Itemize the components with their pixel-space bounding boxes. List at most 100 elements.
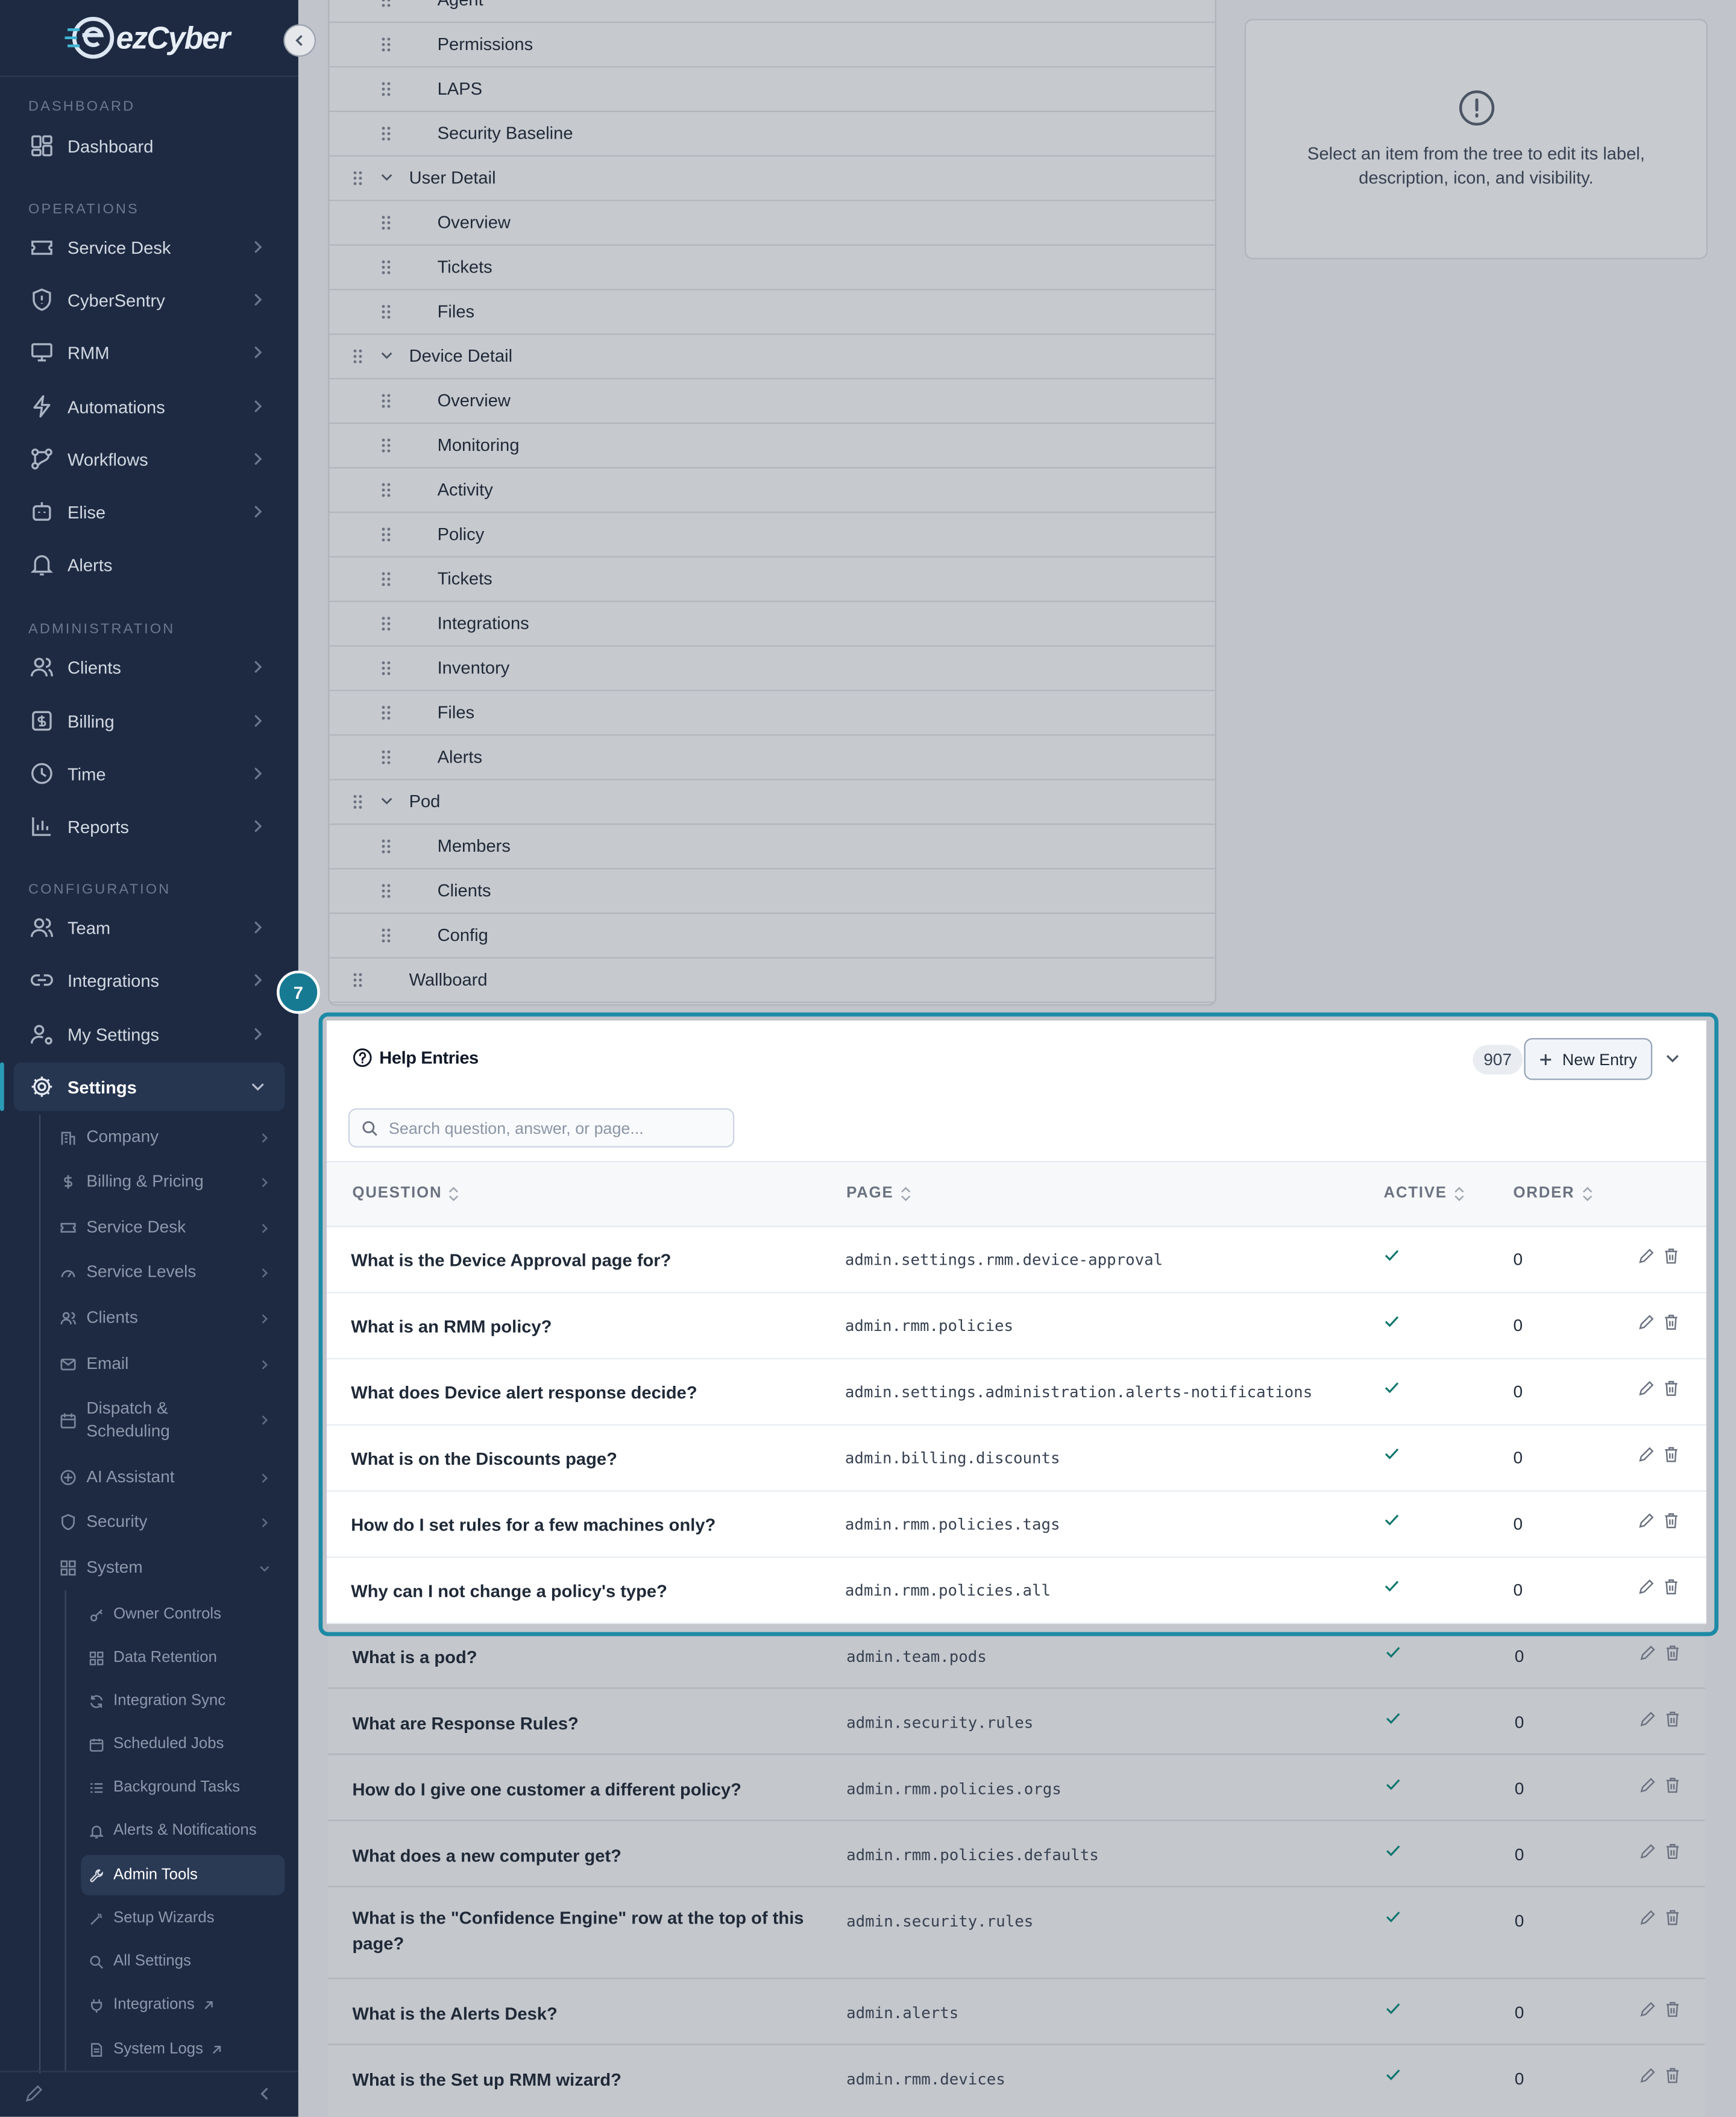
tree-row[interactable]: Agent <box>329 0 1215 24</box>
sidebar-item-clients[interactable]: Clients <box>13 643 285 691</box>
table-row[interactable]: What is the Set up RMM wizard? admin.rmm.… <box>328 2043 1705 2112</box>
sidebar-item-service-desk[interactable]: Service Desk <box>13 223 285 272</box>
delete-trash-icon[interactable] <box>1664 2067 1681 2084</box>
active-check-icon[interactable] <box>1385 1778 1401 1791</box>
tree-row[interactable]: Activity <box>329 467 1215 514</box>
settings-item-ai-assistant[interactable]: AI Assistant <box>54 1466 285 1489</box>
sidebar-item-integrations[interactable]: Integrations <box>13 956 285 1005</box>
settings-item-company[interactable]: Company <box>54 1126 285 1149</box>
tree-row[interactable]: Files <box>329 289 1215 335</box>
edit-pencil-icon[interactable] <box>1639 1843 1656 1860</box>
tree-row[interactable]: Monitoring <box>329 423 1215 469</box>
settings-item-system[interactable]: System <box>54 1556 285 1579</box>
active-check-icon[interactable] <box>1385 1712 1401 1725</box>
tree-row[interactable]: Config <box>329 913 1215 959</box>
edit-pencil-icon[interactable] <box>1639 2067 1656 2084</box>
tree-group-row[interactable]: User Detail <box>329 156 1215 201</box>
tree-row[interactable]: Tickets <box>329 244 1215 291</box>
sidebar-item-elise[interactable]: Elise <box>13 487 285 536</box>
tree-row[interactable]: Policy <box>329 512 1215 558</box>
drag-handle-icon[interactable] <box>381 81 392 97</box>
system-item-all-settings[interactable]: All Settings <box>81 1941 285 1981</box>
active-check-icon[interactable] <box>1385 1910 1401 1924</box>
tree-row[interactable]: Clients <box>329 868 1215 914</box>
question-cell[interactable]: What is the "Confidence Engine" row at t… <box>353 1905 804 1956</box>
sidebar-item-reports[interactable]: Reports <box>13 802 285 851</box>
drag-handle-icon[interactable] <box>381 883 392 899</box>
tree-row[interactable]: Overview <box>329 200 1215 246</box>
delete-trash-icon[interactable] <box>1664 1710 1681 1728</box>
drag-handle-icon[interactable] <box>353 170 363 186</box>
table-row[interactable]: What does a new computer get? admin.rmm.p… <box>328 1819 1705 1887</box>
sidebar-item-rmm[interactable]: RMM <box>13 328 285 377</box>
drag-handle-icon[interactable] <box>381 928 392 944</box>
system-item-system-logs[interactable]: System Logs <box>81 2029 285 2069</box>
system-item-background-tasks[interactable]: Background Tasks <box>81 1767 285 1808</box>
tree-row[interactable]: Wallboard <box>329 957 1215 1003</box>
settings-item-email[interactable]: Email <box>54 1353 285 1376</box>
question-cell[interactable]: How do I give one customer a different p… <box>353 1776 741 1802</box>
sidebar-item-billing[interactable]: Billing <box>13 697 285 746</box>
tree-group-row[interactable]: Pod <box>329 779 1215 825</box>
edit-pencil-icon[interactable] <box>1639 1909 1656 1927</box>
settings-item-security[interactable]: Security <box>54 1511 285 1533</box>
tree-row[interactable]: Overview <box>329 378 1215 424</box>
tree-row[interactable]: Alerts <box>329 734 1215 781</box>
drag-handle-icon[interactable] <box>381 36 392 52</box>
drag-handle-icon[interactable] <box>381 0 392 8</box>
settings-item-service-desk[interactable]: Service Desk <box>54 1216 285 1239</box>
brand-logo[interactable]: ezCyber <box>64 13 230 62</box>
delete-trash-icon[interactable] <box>1664 1843 1681 1860</box>
table-row[interactable]: How do I give one customer a different p… <box>328 1754 1705 1821</box>
edit-pencil-icon[interactable] <box>1639 1710 1656 1728</box>
system-item-admin-tools[interactable]: Admin Tools <box>81 1855 285 1896</box>
drag-handle-icon[interactable] <box>381 482 392 499</box>
sidebar-item-dashboard[interactable]: Dashboard <box>13 122 285 171</box>
system-item-scheduled-jobs[interactable]: Scheduled Jobs <box>81 1724 285 1764</box>
tree-group-row[interactable]: Device Detail <box>329 333 1215 380</box>
chevron-down-icon[interactable] <box>379 348 394 363</box>
drag-handle-icon[interactable] <box>353 794 363 810</box>
settings-item-dispatch-scheduling[interactable]: Dispatch & Scheduling <box>54 1397 285 1443</box>
table-row[interactable]: What is the Alerts Desk? admin.alerts 0 <box>328 1977 1705 2045</box>
chevron-down-icon[interactable] <box>379 794 394 809</box>
drag-handle-icon[interactable] <box>381 571 392 587</box>
system-item-integration-sync[interactable]: Integration Sync <box>81 1681 285 1721</box>
drag-handle-icon[interactable] <box>381 615 392 632</box>
tree-row[interactable]: Permissions <box>329 22 1215 68</box>
edit-pencil-icon[interactable] <box>1639 2001 1656 2018</box>
table-row[interactable]: What is the "Confidence Engine" row at t… <box>328 1886 1705 1980</box>
delete-trash-icon[interactable] <box>1664 1776 1681 1794</box>
edit-pencil-icon[interactable] <box>1639 1776 1656 1794</box>
delete-trash-icon[interactable] <box>1664 1644 1681 1662</box>
chevron-left-icon[interactable] <box>257 2086 273 2102</box>
drag-handle-icon[interactable] <box>381 749 392 766</box>
active-check-icon[interactable] <box>1385 2068 1401 2081</box>
drag-handle-icon[interactable] <box>381 438 392 454</box>
question-cell[interactable]: What is the Alerts Desk? <box>353 2001 558 2027</box>
drag-handle-icon[interactable] <box>381 838 392 855</box>
sidebar-item-team[interactable]: Team <box>13 903 285 952</box>
drag-handle-icon[interactable] <box>381 660 392 676</box>
drag-handle-icon[interactable] <box>353 348 363 365</box>
system-item-owner-controls[interactable]: Owner Controls <box>81 1594 285 1635</box>
sidebar-item-workflows[interactable]: Workflows <box>13 435 285 483</box>
settings-item-clients[interactable]: Clients <box>54 1307 285 1330</box>
settings-item-service-levels[interactable]: Service Levels <box>54 1261 285 1284</box>
sidebar-collapse-button[interactable] <box>283 24 316 57</box>
tree-row[interactable]: Security Baseline <box>329 111 1215 157</box>
system-item-integrations[interactable]: Integrations <box>81 1984 285 2025</box>
active-check-icon[interactable] <box>1385 2002 1401 2015</box>
sidebar-item-cybersentry[interactable]: CyberSentry <box>13 275 285 324</box>
system-item-alerts-notifications[interactable]: Alerts & Notifications <box>81 1810 285 1851</box>
tree-row[interactable]: Members <box>329 823 1215 870</box>
drag-handle-icon[interactable] <box>381 705 392 721</box>
drag-handle-icon[interactable] <box>381 125 392 142</box>
edit-pencil-icon[interactable] <box>1639 1644 1656 1662</box>
drag-handle-icon[interactable] <box>381 215 392 231</box>
sidebar-item-my-settings[interactable]: My Settings <box>13 1010 285 1058</box>
chevron-down-icon[interactable] <box>379 170 394 185</box>
pencil-icon[interactable] <box>24 2084 43 2103</box>
tree-row[interactable]: LAPS <box>329 66 1215 112</box>
tree-row[interactable]: Tickets <box>329 556 1215 602</box>
